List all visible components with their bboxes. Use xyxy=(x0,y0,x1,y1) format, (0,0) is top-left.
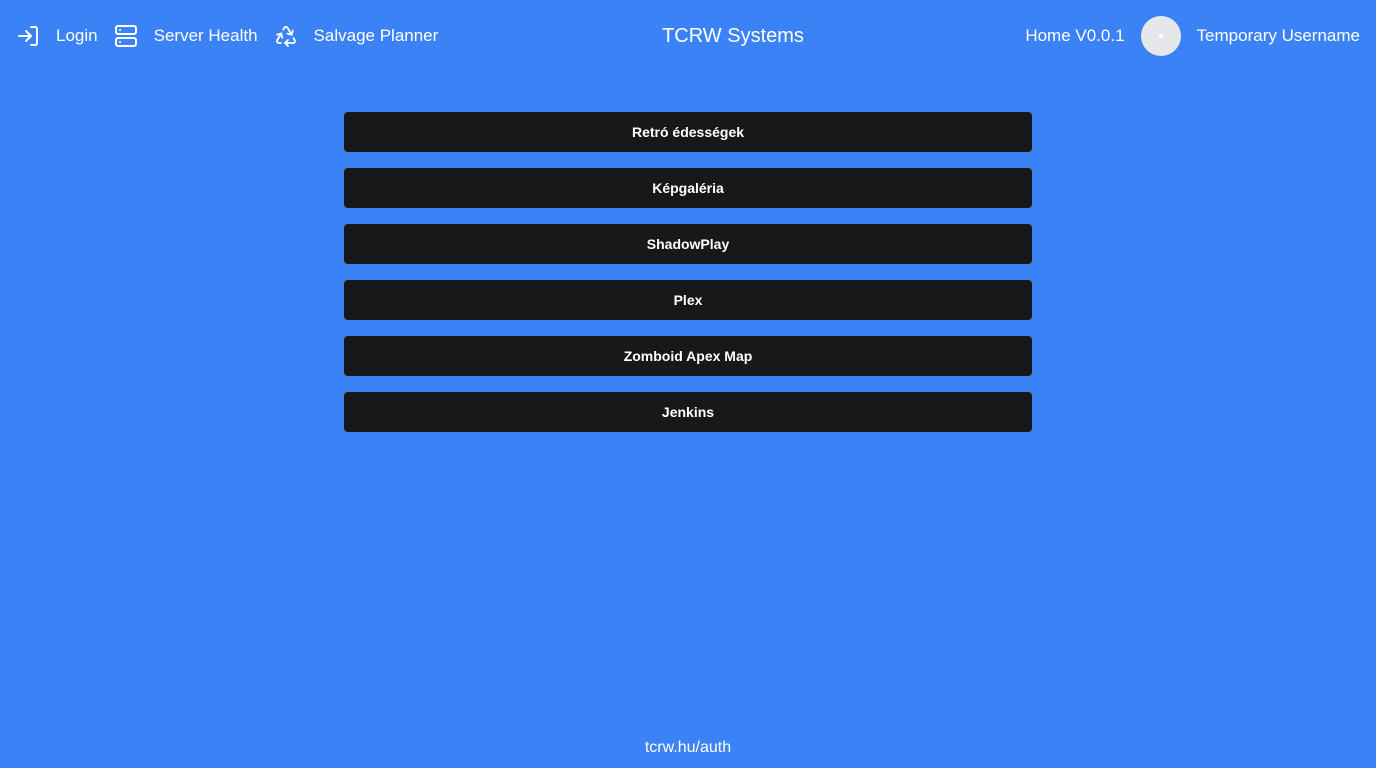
primary-nav: Login Server Health Salvage Planner xyxy=(16,16,454,56)
username[interactable]: Temporary Username xyxy=(1197,24,1360,48)
home-version-link[interactable]: Home V0.0.1 xyxy=(1025,24,1124,48)
nav-server-health[interactable]: Server Health xyxy=(114,24,258,48)
footer: tcrw.hu/auth xyxy=(0,738,1376,758)
top-navigation-bar: Login Server Health Salvage Planner TCRW… xyxy=(0,0,1376,72)
link-button-plex[interactable]: Plex xyxy=(344,280,1032,320)
nav-salvage-planner-label: Salvage Planner xyxy=(313,26,439,45)
link-button-retro-edessegek[interactable]: Retró édességek xyxy=(344,112,1032,152)
link-list: Retró édességek Képgaléria ShadowPlay Pl… xyxy=(344,112,1032,448)
recycle-icon xyxy=(274,24,298,48)
site-title: TCRW Systems xyxy=(662,25,804,47)
nav-login[interactable]: Login xyxy=(16,24,98,48)
server-icon xyxy=(114,24,138,48)
nav-server-health-label: Server Health xyxy=(153,26,258,45)
footer-url: tcrw.hu/auth xyxy=(644,739,732,756)
user-nav: Home V0.0.1 Temporary Username xyxy=(1025,16,1360,56)
avatar-placeholder-icon xyxy=(1158,34,1163,38)
page: Login Server Health Salvage Planner TCRW… xyxy=(0,0,1376,768)
link-button-kepgaleria[interactable]: Képgaléria xyxy=(344,168,1032,208)
login-icon xyxy=(16,24,40,48)
link-button-shadowplay[interactable]: ShadowPlay xyxy=(344,224,1032,264)
nav-login-label: Login xyxy=(56,26,98,45)
link-button-zomboid-apex-map[interactable]: Zomboid Apex Map xyxy=(344,336,1032,376)
nav-salvage-planner[interactable]: Salvage Planner xyxy=(274,24,439,48)
avatar[interactable] xyxy=(1140,16,1181,56)
link-button-jenkins[interactable]: Jenkins xyxy=(344,392,1032,432)
